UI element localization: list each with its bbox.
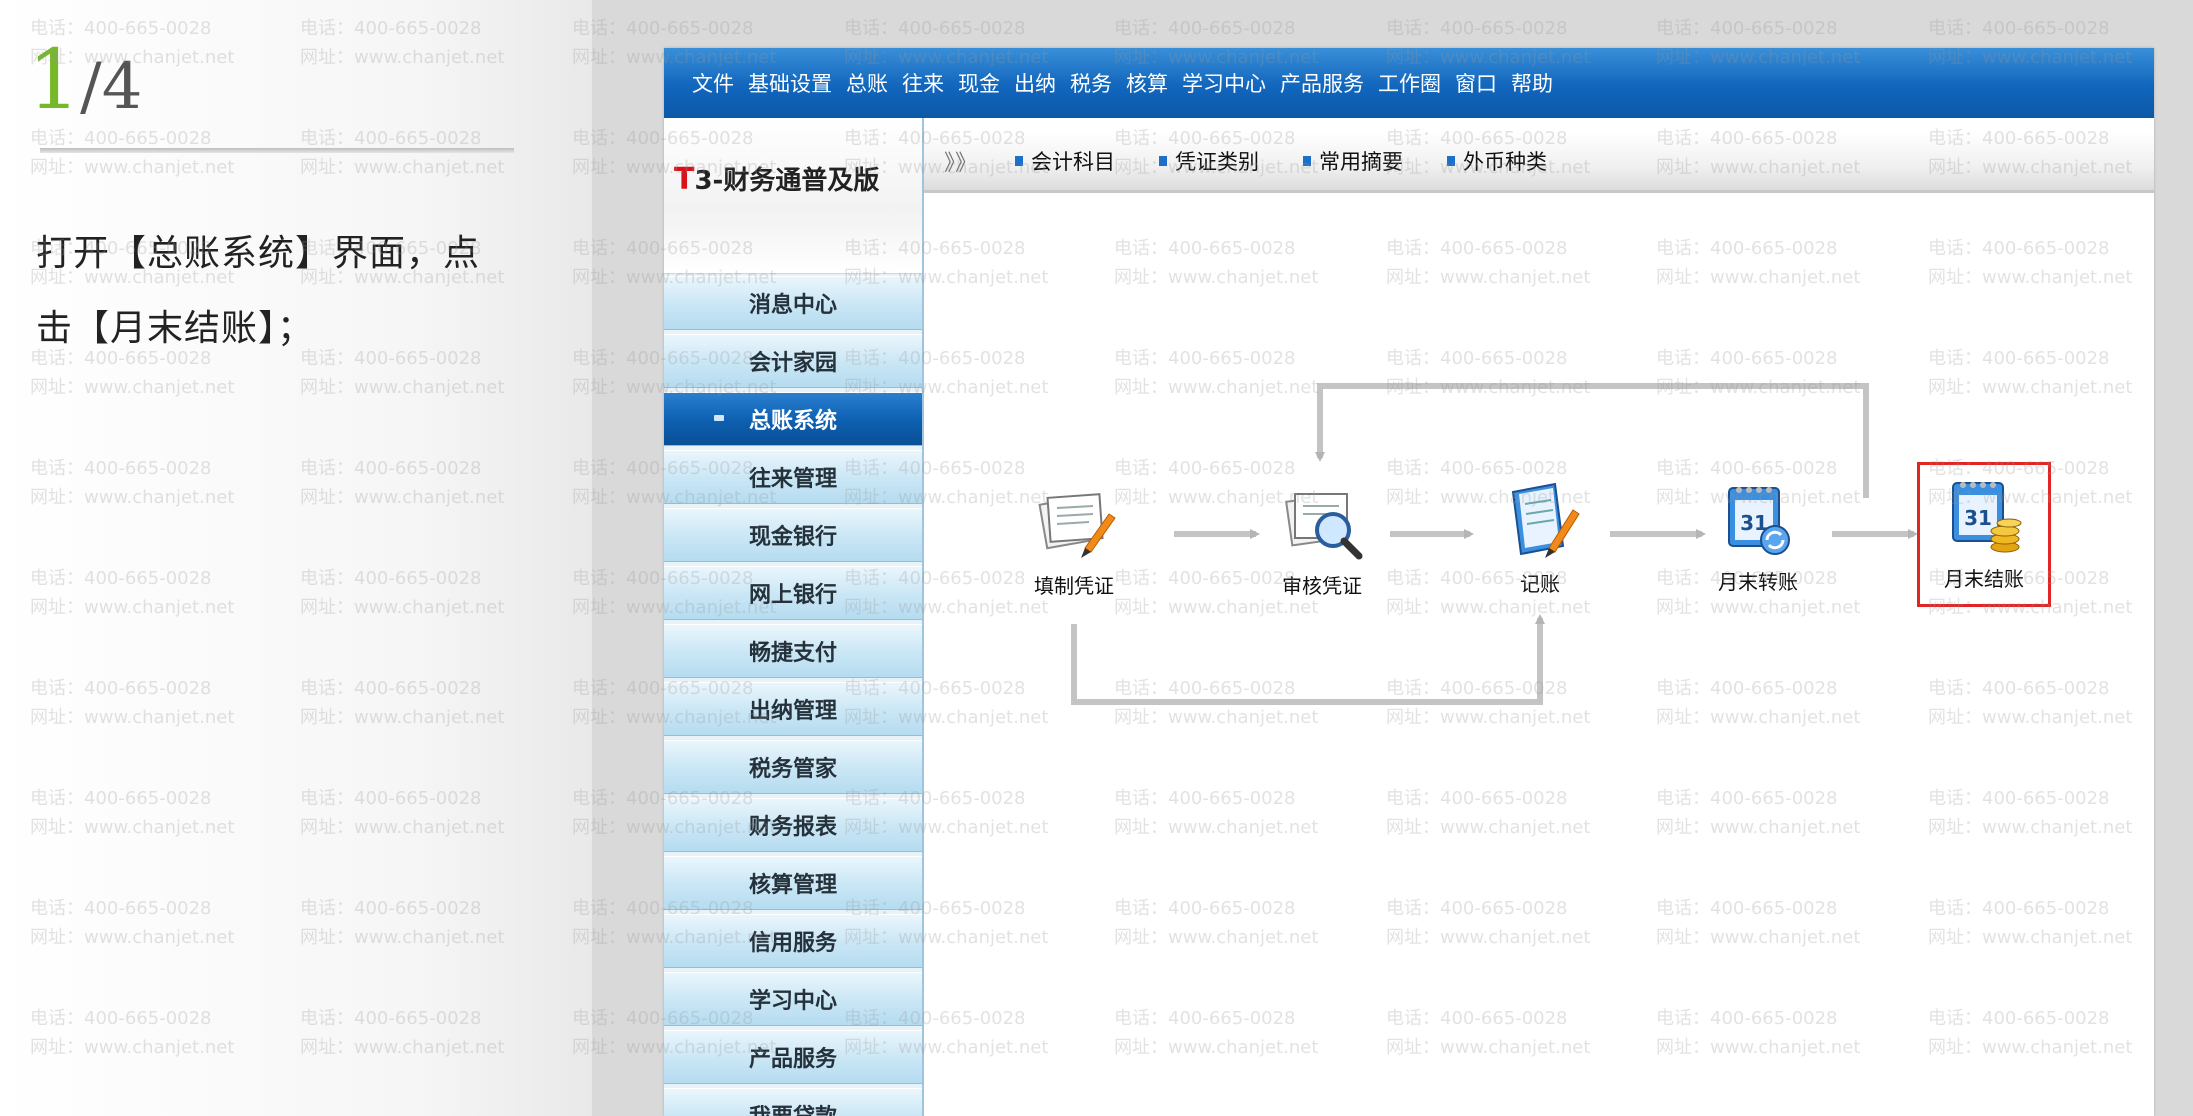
sidebar-nav: 消息中心 会计家园 总账系统 往来管理 现金银行 网上银行 畅捷支付 出纳管理 … (664, 276, 922, 1116)
menu-bar: 文件 基础设置 总账 往来 现金 出纳 税务 核算 学习中心 产品服务 工作圈 … (664, 48, 2154, 118)
sidebar-item-tax-manager[interactable]: 税务管家 (664, 740, 922, 794)
flow-node-fill-voucher[interactable]: 填制凭证 (1014, 478, 1134, 599)
sidebar-item-product-services[interactable]: 产品服务 (664, 1030, 922, 1084)
sidebar-item-label: 核算管理 (748, 873, 837, 898)
sidebar-item-learning-center[interactable]: 学习中心 (664, 972, 922, 1026)
flow-node-label: 月末结账 (1944, 567, 2024, 591)
step-total: /4 (80, 50, 143, 124)
sidebar: T3-财务通普及版 消息中心 会计家园 总账系统 往来管理 现金银行 网上银行 … (664, 118, 924, 1116)
brand-panel: T3-财务通普及版 (664, 118, 922, 274)
svg-text:31: 31 (1964, 506, 1992, 530)
instruction-text: 打开【总账系统】界面，点击【月末结账】； (36, 233, 481, 349)
sidebar-item-cashier-management[interactable]: 出纳管理 (664, 682, 922, 736)
sidebar-item-label: 财务报表 (748, 815, 837, 840)
workflow-diagram: 填制凭证 审核凭证 记账 31 月末转账 31 月末结账 (924, 118, 2152, 1116)
menu-general-ledger[interactable]: 总账 (846, 68, 888, 98)
sidebar-item-message-center[interactable]: 消息中心 (664, 276, 922, 330)
menu-accounts[interactable]: 往来 (902, 68, 944, 98)
instruction-panel: 1/4 打开【总账系统】界面，点击【月末结账】； (0, 0, 592, 1116)
menu-help[interactable]: 帮助 (1511, 68, 1553, 98)
flow-connectors (1071, 383, 1918, 705)
sidebar-item-label: 往来管理 (748, 467, 837, 492)
sidebar-item-accounting-home[interactable]: 会计家园 (664, 334, 922, 388)
voucher-edit-icon (1029, 478, 1119, 568)
sidebar-item-label: 消息中心 (748, 293, 837, 318)
loop-bottom (1071, 614, 1545, 705)
sidebar-item-label: 网上银行 (748, 583, 837, 608)
sidebar-item-credit-services[interactable]: 信用服务 (664, 914, 922, 968)
menu-tax[interactable]: 税务 (1070, 68, 1112, 98)
sidebar-item-loan[interactable]: 我要贷款 (664, 1088, 922, 1116)
flow-node-month-transfer[interactable]: 31 月末转账 (1698, 474, 1818, 595)
flow-node-label: 记账 (1520, 572, 1560, 596)
brand-prefix: T (674, 162, 695, 197)
flow-node-label: 月末转账 (1718, 570, 1798, 594)
sidebar-item-financial-reports[interactable]: 财务报表 (664, 798, 922, 852)
brand-logo: T3-财务通普及版 (674, 160, 879, 197)
menu-basic-settings[interactable]: 基础设置 (748, 68, 832, 98)
sidebar-item-label: 总账系统 (748, 409, 837, 434)
voucher-magnifier-icon (1277, 478, 1367, 568)
menu-cash[interactable]: 现金 (958, 68, 1000, 98)
sidebar-item-chanjet-pay[interactable]: 畅捷支付 (664, 624, 922, 678)
app-window: 文件 基础设置 总账 往来 现金 出纳 税务 核算 学习中心 产品服务 工作圈 … (664, 48, 2154, 1116)
flow-node-month-close[interactable]: 31 月末结账 (1917, 462, 2051, 607)
flow-node-label: 填制凭证 (1034, 574, 1114, 598)
menu-learning-center[interactable]: 学习中心 (1182, 68, 1266, 98)
sidebar-item-label: 我要贷款 (749, 1099, 837, 1116)
sidebar-item-accounts-management[interactable]: 往来管理 (664, 450, 922, 504)
sidebar-item-label: 信用服务 (748, 931, 837, 956)
sidebar-item-label: 会计家园 (748, 351, 837, 376)
sidebar-item-accounting-management[interactable]: 核算管理 (664, 856, 922, 910)
sidebar-item-label: 现金银行 (748, 525, 837, 550)
sidebar-item-online-bank[interactable]: 网上银行 (664, 566, 922, 620)
step-current: 1 (28, 33, 81, 128)
menu-product-services[interactable]: 产品服务 (1280, 68, 1364, 98)
sidebar-item-general-ledger[interactable]: 总账系统 (664, 392, 922, 446)
menu-work-circle[interactable]: 工作圈 (1378, 68, 1441, 98)
menu-file[interactable]: 文件 (692, 68, 734, 98)
flow-node-label: 审核凭证 (1282, 574, 1362, 598)
sidebar-item-label: 税务管家 (748, 757, 837, 782)
sidebar-item-label: 产品服务 (748, 1047, 837, 1072)
step-indicator: 1/4 (28, 40, 142, 122)
menu-accounting[interactable]: 核算 (1126, 68, 1168, 98)
sidebar-item-cash-bank[interactable]: 现金银行 (664, 508, 922, 562)
calendar-transfer-icon: 31 (1713, 474, 1803, 564)
divider (40, 148, 514, 153)
content-area: 》》 会计科目 凭证类别 常用摘要 外币种类 填制凭证 审核凭证 记账 31 月… (924, 118, 2154, 1116)
calendar-coins-icon: 31 (1939, 471, 2029, 561)
flow-node-post[interactable]: 记账 (1480, 476, 1600, 597)
flow-node-audit-voucher[interactable]: 审核凭证 (1262, 478, 1382, 599)
menu-cashier[interactable]: 出纳 (1014, 68, 1056, 98)
brand-name: 3-财务通普及版 (694, 166, 880, 196)
active-bullet-icon (714, 415, 724, 421)
ledger-book-icon (1495, 476, 1585, 566)
sidebar-item-label: 出纳管理 (748, 699, 837, 724)
sidebar-item-label: 学习中心 (748, 989, 837, 1014)
menu-window[interactable]: 窗口 (1455, 68, 1497, 98)
sidebar-item-label: 畅捷支付 (748, 641, 837, 666)
